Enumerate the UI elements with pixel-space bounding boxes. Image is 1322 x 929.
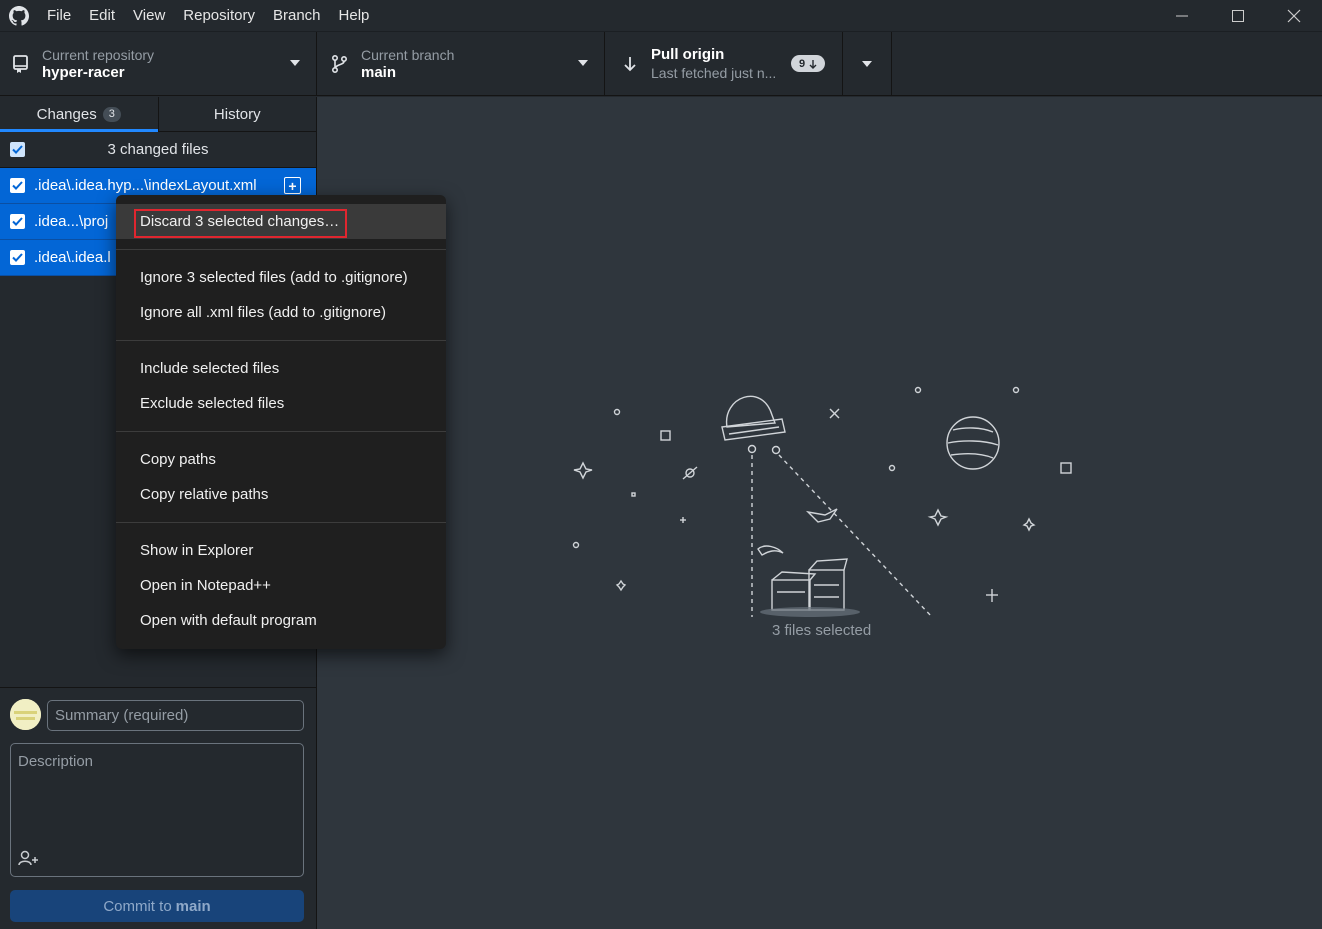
current-repository-button[interactable]: Current repository hyper-racer bbox=[0, 32, 317, 96]
repo-icon bbox=[10, 53, 32, 75]
main-panel: 3 files selected bbox=[317, 97, 1322, 929]
checkmark-icon bbox=[12, 145, 23, 154]
minimize-icon bbox=[1176, 15, 1188, 17]
branch-label: Current branch bbox=[361, 47, 455, 63]
close-icon bbox=[1287, 9, 1301, 23]
tab-changes-label: Changes bbox=[36, 105, 97, 123]
changes-count-badge: 3 bbox=[102, 106, 121, 122]
pull-origin-button[interactable]: Pull origin Last fetched just n... 9 bbox=[605, 32, 843, 96]
menu-branch[interactable]: Branch bbox=[264, 0, 330, 32]
commit-button[interactable]: Commit to main bbox=[10, 890, 304, 922]
add-coauthor-icon[interactable] bbox=[18, 850, 40, 870]
file-checkbox[interactable] bbox=[10, 250, 25, 265]
ignore-selected-menu-item[interactable]: Ignore 3 selected files (add to .gitigno… bbox=[116, 260, 446, 295]
menu-edit[interactable]: Edit bbox=[80, 0, 124, 32]
branch-name: main bbox=[361, 64, 397, 81]
avatar bbox=[10, 699, 41, 730]
file-checkbox[interactable] bbox=[10, 178, 25, 193]
open-default-program-menu-item[interactable]: Open with default program bbox=[116, 603, 446, 638]
tab-bar: Changes 3 History bbox=[0, 97, 316, 132]
checkmark-icon bbox=[12, 253, 23, 262]
pull-subtext: Last fetched just n... bbox=[651, 65, 777, 81]
toolbar: Current repository hyper-racer Current b… bbox=[0, 32, 1322, 96]
menu-view[interactable]: View bbox=[124, 0, 174, 32]
description-placeholder: Description bbox=[18, 753, 94, 770]
menu-separator bbox=[116, 340, 446, 341]
pull-chevron-down-icon bbox=[862, 61, 872, 67]
highlight-box bbox=[134, 209, 347, 238]
pull-count: 9 bbox=[799, 57, 806, 70]
title-bar: File Edit View Repository Branch Help bbox=[0, 0, 1322, 32]
commit-button-prefix: Commit to bbox=[103, 897, 172, 915]
menu-separator bbox=[116, 249, 446, 250]
menu-repository[interactable]: Repository bbox=[174, 0, 264, 32]
summary-input[interactable]: Summary (required) bbox=[47, 700, 304, 731]
description-input[interactable]: Description bbox=[10, 743, 304, 877]
menu-help[interactable]: Help bbox=[330, 0, 379, 32]
file-added-icon: + bbox=[284, 177, 301, 194]
changes-header: 3 changed files bbox=[0, 132, 316, 168]
repo-label: Current repository bbox=[42, 47, 155, 63]
arrow-down-icon bbox=[619, 53, 641, 75]
show-in-explorer-menu-item[interactable]: Show in Explorer bbox=[116, 533, 446, 568]
open-in-notepad-menu-item[interactable]: Open in Notepad++ bbox=[116, 568, 446, 603]
file-checkbox[interactable] bbox=[10, 214, 25, 229]
maximize-icon bbox=[1232, 10, 1244, 22]
pull-count-badge: 9 bbox=[791, 55, 826, 72]
tab-history-label: History bbox=[213, 105, 261, 123]
repo-chevron-down-icon bbox=[290, 60, 300, 66]
context-menu: Discard 3 selected changes… Ignore 3 sel… bbox=[116, 195, 446, 649]
select-all-checkbox[interactable] bbox=[10, 142, 25, 157]
include-selected-menu-item[interactable]: Include selected files bbox=[116, 351, 446, 386]
files-selected-caption: 3 files selected bbox=[772, 622, 872, 639]
menu-separator bbox=[116, 522, 446, 523]
close-button[interactable] bbox=[1266, 0, 1322, 32]
badge-arrow-down-icon bbox=[809, 59, 817, 69]
checkmark-icon bbox=[12, 181, 23, 190]
repo-name: hyper-racer bbox=[42, 64, 125, 81]
commit-button-branch: main bbox=[175, 897, 211, 915]
pull-label: Pull origin bbox=[651, 46, 725, 63]
github-logo-icon bbox=[0, 0, 38, 32]
copy-paths-menu-item[interactable]: Copy paths bbox=[116, 442, 446, 477]
current-branch-button[interactable]: Current branch main bbox=[317, 32, 605, 96]
maximize-button[interactable] bbox=[1210, 0, 1266, 32]
commit-area: Summary (required) Description Commit to… bbox=[0, 687, 316, 929]
menu-file[interactable]: File bbox=[38, 0, 80, 32]
branch-chevron-down-icon bbox=[578, 60, 588, 66]
pull-dropdown-button[interactable] bbox=[843, 32, 892, 96]
changed-files-count: 3 changed files bbox=[107, 141, 209, 158]
copy-relative-paths-menu-item[interactable]: Copy relative paths bbox=[116, 477, 446, 512]
exclude-selected-menu-item[interactable]: Exclude selected files bbox=[116, 386, 446, 421]
branch-icon bbox=[329, 53, 351, 75]
space-illustration bbox=[572, 386, 1072, 618]
ignore-all-xml-menu-item[interactable]: Ignore all .xml files (add to .gitignore… bbox=[116, 295, 446, 330]
tab-history[interactable]: History bbox=[157, 97, 317, 131]
checkmark-icon bbox=[12, 217, 23, 226]
file-path: .idea\.idea.l bbox=[34, 249, 111, 266]
minimize-button[interactable] bbox=[1154, 0, 1210, 32]
tab-changes[interactable]: Changes 3 bbox=[0, 97, 158, 132]
menu-separator bbox=[116, 431, 446, 432]
file-path: .idea...\proj bbox=[34, 213, 109, 230]
file-path: .idea\.idea.hyp...\indexLayout.xml bbox=[34, 177, 257, 194]
